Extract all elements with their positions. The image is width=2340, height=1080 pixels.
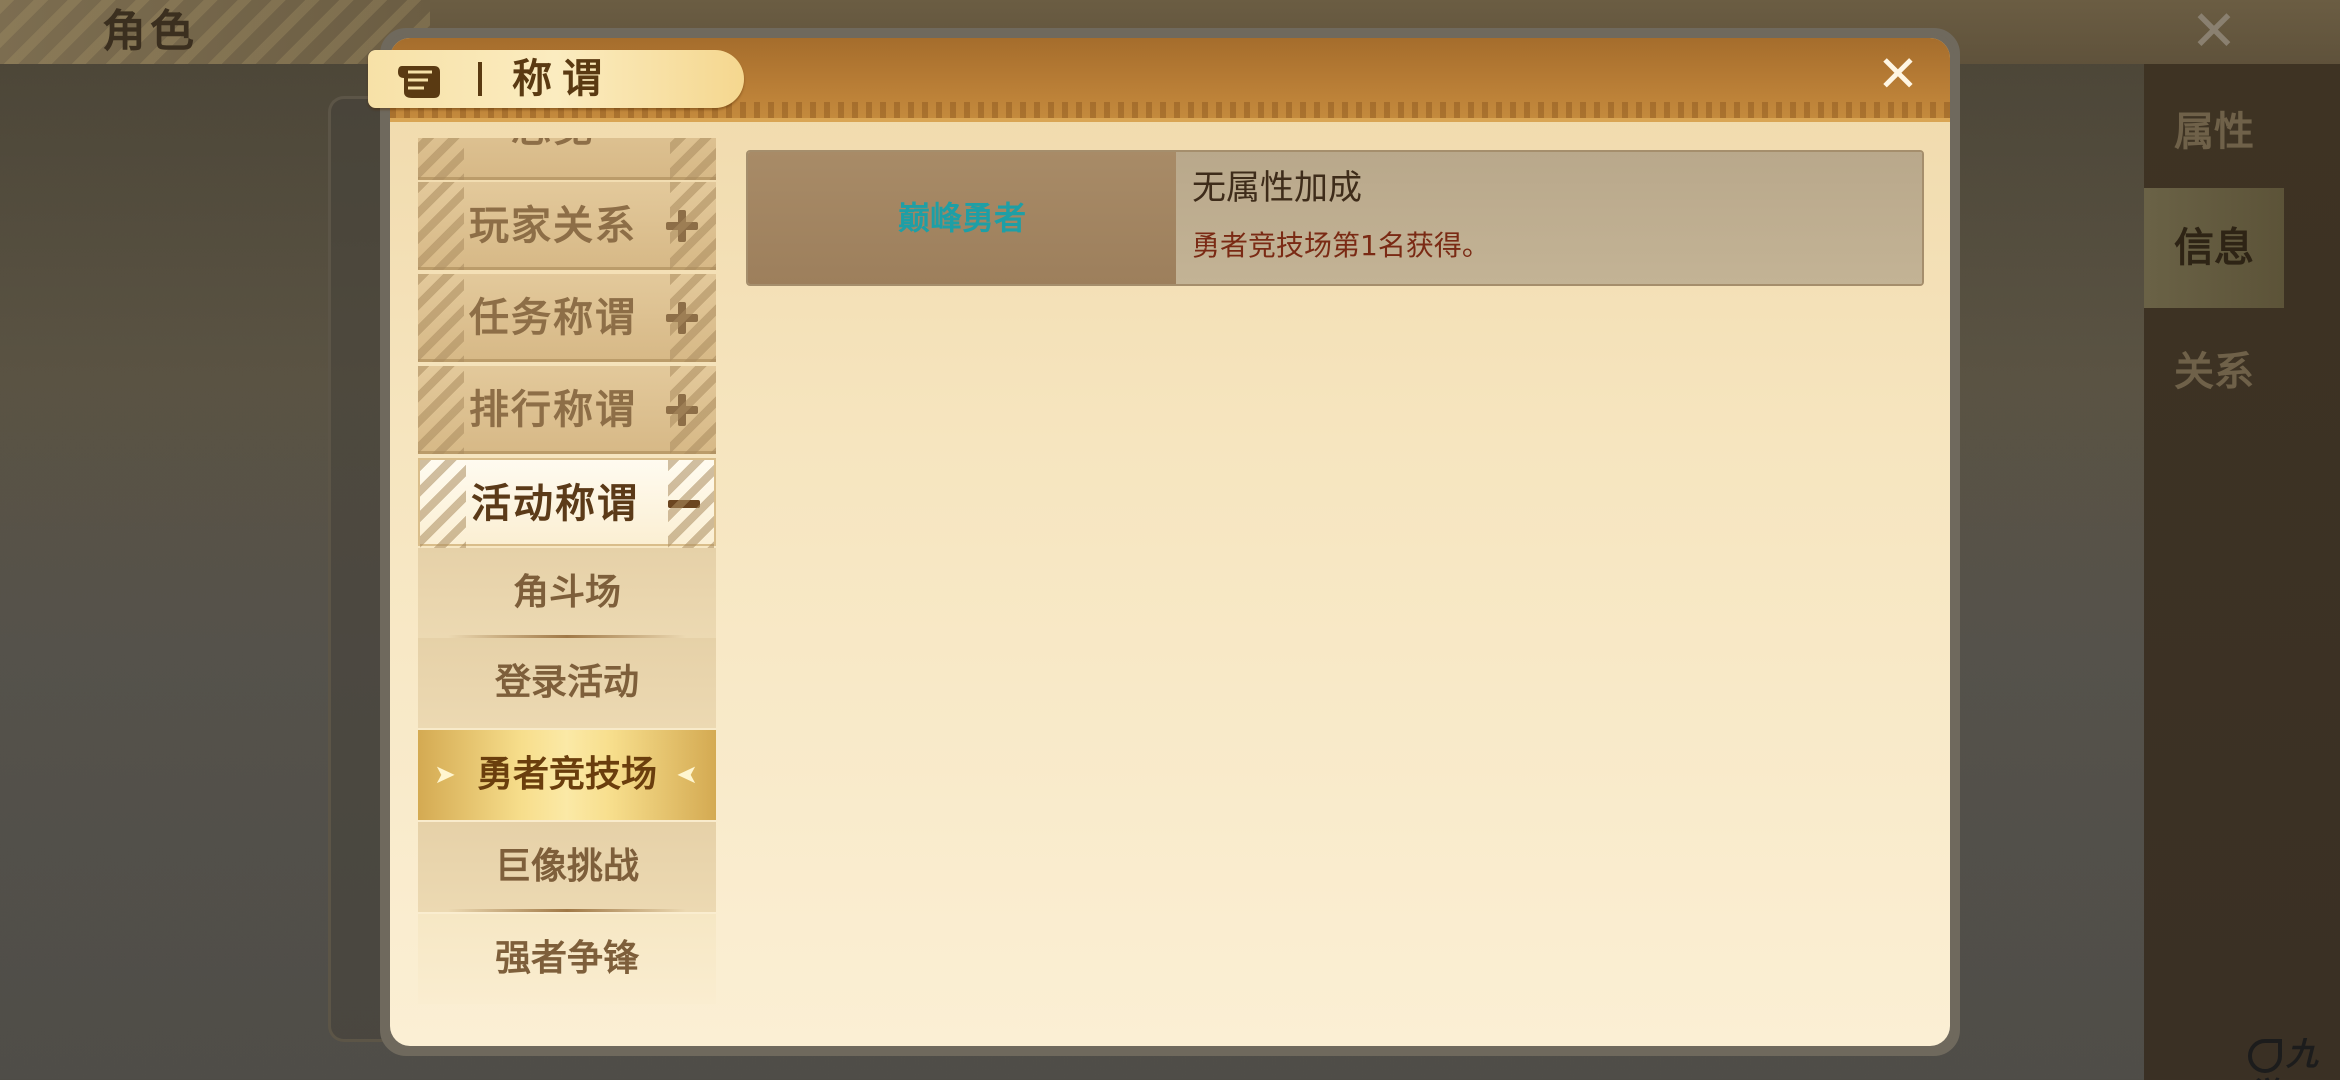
- category-item-player-relations[interactable]: 玩家关系: [418, 182, 716, 270]
- category-label: 玩家关系: [469, 203, 637, 249]
- modal-title-tab: 称谓: [368, 50, 744, 108]
- plus-icon: [666, 394, 698, 426]
- title-attribute-bonus: 无属性加成: [1192, 168, 1362, 208]
- category-item-event-titles[interactable]: 活动称谓: [418, 458, 716, 548]
- modal-title: 称谓: [512, 56, 612, 102]
- watermark-logo: 九游: [2248, 1034, 2340, 1080]
- subcategory-label: 强者争锋: [494, 938, 639, 979]
- subcategory-label: 登录活动: [494, 662, 639, 703]
- divider: [448, 909, 686, 912]
- background-top-bar-pattern: [0, 0, 430, 64]
- close-icon[interactable]: ✕: [1874, 49, 1922, 99]
- title-row[interactable]: 巅峰勇者 无属性加成 勇者竞技场第1名获得。: [746, 150, 1924, 286]
- subcategory-label: 巨像挑战: [494, 846, 639, 887]
- category-label: 排行称谓: [469, 387, 637, 433]
- plus-icon: [666, 302, 698, 334]
- side-tab-attributes[interactable]: 属性: [2144, 72, 2284, 192]
- side-tab-info[interactable]: 信息: [2144, 188, 2284, 308]
- watermark-icon: [2248, 1039, 2282, 1073]
- background-screen-title: 角色: [102, 6, 198, 57]
- title-name: 巅峰勇者: [897, 199, 1026, 237]
- subcategory-item-colossus-challenge[interactable]: 巨像挑战: [418, 822, 716, 912]
- title-description-cell: 无属性加成 勇者竞技场第1名获得。: [1176, 152, 1922, 284]
- side-tab-relations[interactable]: 关系: [2144, 312, 2284, 432]
- subcategory-label: 角斗场: [512, 572, 621, 613]
- category-label: 总览: [468, 138, 638, 172]
- subcategory-item-arena[interactable]: 角斗场: [418, 548, 716, 638]
- category-list: 总览 玩家关系 任务称谓 排行称谓 活动称谓 角斗场: [418, 138, 718, 1046]
- minus-icon: [668, 488, 700, 520]
- background-panel: [328, 96, 388, 1042]
- scroll-icon: [398, 66, 440, 98]
- background-side-tabs: 属性 信息 关系: [2144, 64, 2340, 1080]
- title-name-cell: 巅峰勇者: [748, 152, 1176, 284]
- arrow-left-icon: ➤: [676, 760, 698, 790]
- subcategory-item-champion-clash[interactable]: 强者争锋: [418, 914, 716, 1004]
- background-close-icon[interactable]: ✕: [2190, 4, 2238, 60]
- titles-modal: ✕ 总览 玩家关系 任务称谓 排行称谓 活动称谓: [368, 28, 1960, 1056]
- category-label: 活动称谓: [471, 481, 639, 527]
- titles-modal-body: ✕ 总览 玩家关系 任务称谓 排行称谓 活动称谓: [390, 38, 1950, 1046]
- title-source: 勇者竞技场第1名获得。: [1192, 229, 1490, 262]
- subcategory-item-login-event[interactable]: 登录活动: [418, 638, 716, 728]
- category-item-overview[interactable]: 总览: [418, 138, 716, 180]
- category-item-ranking-titles[interactable]: 排行称谓: [418, 366, 716, 454]
- subcategory-item-hero-arena[interactable]: ➤ 勇者竞技场 ➤: [418, 730, 716, 820]
- category-label: 任务称谓: [469, 295, 637, 341]
- title-separator: [478, 62, 482, 96]
- plus-icon: [666, 210, 698, 242]
- category-item-quest-titles[interactable]: 任务称谓: [418, 274, 716, 362]
